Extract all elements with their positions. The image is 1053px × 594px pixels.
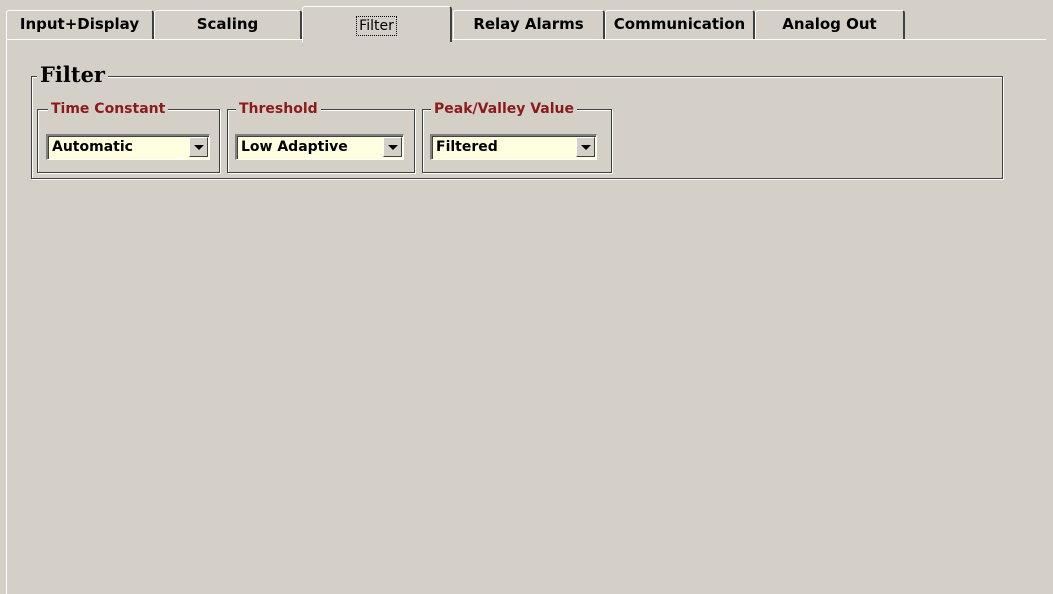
time-constant-label: Time Constant — [48, 100, 169, 118]
tab-filter[interactable]: Filter — [302, 6, 452, 42]
time-constant-dropdown-button[interactable] — [189, 137, 208, 157]
tab-panel-top-edge — [6, 39, 1046, 40]
chevron-down-icon — [194, 145, 204, 150]
threshold-label: Threshold — [236, 100, 321, 118]
chevron-down-icon — [581, 145, 591, 150]
time-constant-select[interactable]: Automatic — [46, 134, 210, 160]
peak-valley-dropdown-button[interactable] — [576, 137, 595, 157]
tab-input-display[interactable]: Input+Display — [6, 10, 154, 40]
threshold-value: Low Adaptive — [241, 139, 348, 155]
peak-valley-label: Peak/Valley Value — [431, 100, 578, 118]
tab-strip: Input+Display Scaling Filter Relay Alarm… — [6, 6, 1053, 42]
chevron-down-icon — [388, 145, 398, 150]
tab-panel-left-edge — [6, 40, 7, 594]
peak-valley-value: Filtered — [436, 139, 498, 155]
settings-window: Input+Display Scaling Filter Relay Alarm… — [0, 0, 1053, 594]
tab-filter-label: Filter — [356, 16, 397, 36]
tab-communication[interactable]: Communication — [605, 10, 755, 40]
threshold-select[interactable]: Low Adaptive — [235, 134, 404, 160]
tab-scaling[interactable]: Scaling — [154, 10, 302, 40]
tab-relay-alarms[interactable]: Relay Alarms — [453, 10, 605, 40]
peak-valley-select[interactable]: Filtered — [430, 134, 597, 160]
time-constant-value: Automatic — [52, 139, 133, 155]
tab-analog-out[interactable]: Analog Out — [755, 10, 905, 40]
threshold-dropdown-button[interactable] — [383, 137, 402, 157]
filter-group-title: Filter — [37, 62, 108, 88]
